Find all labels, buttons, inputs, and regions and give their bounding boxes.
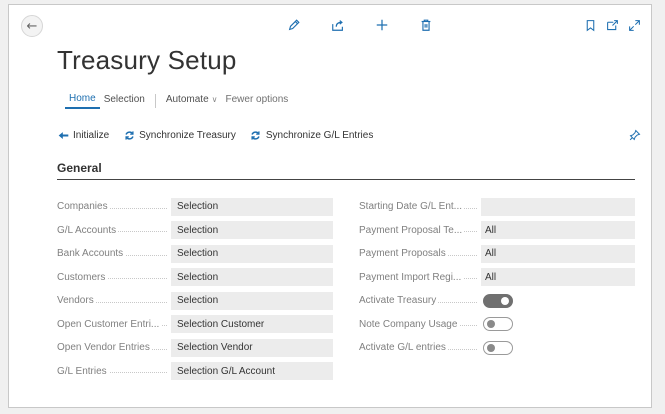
activate-gl-entries-toggle[interactable] <box>483 340 513 355</box>
field-label: G/L Entries <box>57 365 171 377</box>
field-row-customers: Customers Selection <box>57 266 333 290</box>
field-row-starting-date: Starting Date G/L Ent... <box>359 195 635 219</box>
payment-proposal-template-field[interactable]: All <box>481 221 635 240</box>
arrow-left-icon: ← <box>26 18 38 34</box>
edit-icon[interactable] <box>282 14 306 36</box>
field-label: Open Vendor Entries <box>57 342 171 354</box>
field-row-open-vendor-entries: Open Vendor Entries Selection Vendor <box>57 336 333 360</box>
general-left-column: Companies Selection G/L Accounts Selecti… <box>57 195 333 383</box>
open-customer-entries-field[interactable]: Selection Customer <box>171 315 333 334</box>
field-label: Payment Import Regi... <box>359 271 481 283</box>
open-new-window-icon[interactable] <box>601 14 623 36</box>
page-frame: ← Treasury Setup Home Selection Automate… <box>8 4 652 408</box>
add-icon[interactable] <box>370 14 394 36</box>
field-row-gl-accounts: G/L Accounts Selection <box>57 219 333 243</box>
activate-treasury-toggle[interactable] <box>483 293 513 308</box>
field-row-activate-gl-entries: Activate G/L entries <box>359 336 635 360</box>
field-row-vendors: Vendors Selection <box>57 289 333 313</box>
bank-accounts-field[interactable]: Selection <box>171 244 333 263</box>
field-row-activate-treasury: Activate Treasury <box>359 289 635 313</box>
note-company-usage-toggle[interactable] <box>483 317 513 332</box>
companies-field[interactable]: Selection <box>171 197 333 216</box>
field-label: Companies <box>57 201 171 213</box>
field-row-payment-proposals: Payment Proposals All <box>359 242 635 266</box>
sync-icon <box>250 129 262 141</box>
share-icon[interactable] <box>326 14 350 36</box>
field-label: Customers <box>57 271 171 283</box>
tab-selection[interactable]: Selection <box>100 94 149 108</box>
expand-icon[interactable] <box>623 14 645 36</box>
field-row-open-customer-entries: Open Customer Entri... Selection Custome… <box>57 313 333 337</box>
record-toolbar <box>282 14 458 36</box>
fewer-options-button[interactable]: Fewer options <box>222 94 293 108</box>
synchronize-treasury-label: Synchronize Treasury <box>139 129 236 141</box>
open-vendor-entries-field[interactable]: Selection Vendor <box>171 338 333 357</box>
initialize-button[interactable]: Initialize <box>57 129 109 141</box>
initialize-label: Initialize <box>73 129 110 141</box>
synchronize-gl-entries-label: Synchronize G/L Entries <box>265 129 374 141</box>
pin-icon[interactable] <box>629 129 641 141</box>
field-label: Vendors <box>57 295 171 307</box>
field-label: G/L Accounts <box>57 224 171 236</box>
window-controls <box>579 14 645 36</box>
payment-proposals-field[interactable]: All <box>481 244 635 263</box>
field-label: Bank Accounts <box>57 248 171 260</box>
tab-automate[interactable]: Automate ∨ <box>162 94 222 108</box>
synchronize-gl-entries-button[interactable]: Synchronize G/L Entries <box>250 129 373 141</box>
customers-field[interactable]: Selection <box>171 268 333 287</box>
bookmark-icon[interactable] <box>579 14 601 36</box>
vendors-field[interactable]: Selection <box>171 291 333 310</box>
field-label: Note Company Usage <box>359 318 481 330</box>
section-general-title: General <box>57 161 635 180</box>
arrow-left-icon <box>57 129 69 141</box>
field-row-payment-import-register: Payment Import Regi... All <box>359 266 635 290</box>
tab-divider <box>154 94 156 108</box>
action-tabs: Home Selection Automate ∨ Fewer options <box>65 93 292 109</box>
chevron-down-icon: ∨ <box>211 95 218 104</box>
tab-home[interactable]: Home <box>65 93 100 109</box>
starting-date-field[interactable] <box>481 197 635 216</box>
field-label: Starting Date G/L Ent... <box>359 201 481 213</box>
field-label: Activate Treasury <box>359 295 481 307</box>
field-label: Activate G/L entries <box>359 342 481 354</box>
sync-icon <box>123 129 135 141</box>
field-label: Open Customer Entri... <box>57 318 171 330</box>
delete-icon[interactable] <box>414 14 438 36</box>
gl-entries-field[interactable]: Selection G/L Account <box>171 362 333 381</box>
field-row-gl-entries: G/L Entries Selection G/L Account <box>57 360 333 384</box>
toggle-knob <box>487 320 495 329</box>
back-button[interactable]: ← <box>21 15 43 37</box>
field-label: Payment Proposals <box>359 248 481 260</box>
action-bar: Initialize Synchronize Treasury Synchron… <box>57 123 647 147</box>
field-row-companies: Companies Selection <box>57 195 333 219</box>
field-label: Payment Proposal Te... <box>359 224 481 236</box>
field-row-payment-proposal-template: Payment Proposal Te... All <box>359 219 635 243</box>
gl-accounts-field[interactable]: Selection <box>171 221 333 240</box>
toggle-knob <box>501 296 509 305</box>
payment-import-register-field[interactable]: All <box>481 268 635 287</box>
tab-automate-label: Automate <box>165 94 209 105</box>
toggle-knob <box>487 343 495 352</box>
field-row-note-company-usage: Note Company Usage <box>359 313 635 337</box>
synchronize-treasury-button[interactable]: Synchronize Treasury <box>123 129 236 141</box>
general-right-column: Starting Date G/L Ent... Payment Proposa… <box>359 195 635 360</box>
field-row-bank-accounts: Bank Accounts Selection <box>57 242 333 266</box>
page-title: Treasury Setup <box>57 45 237 75</box>
